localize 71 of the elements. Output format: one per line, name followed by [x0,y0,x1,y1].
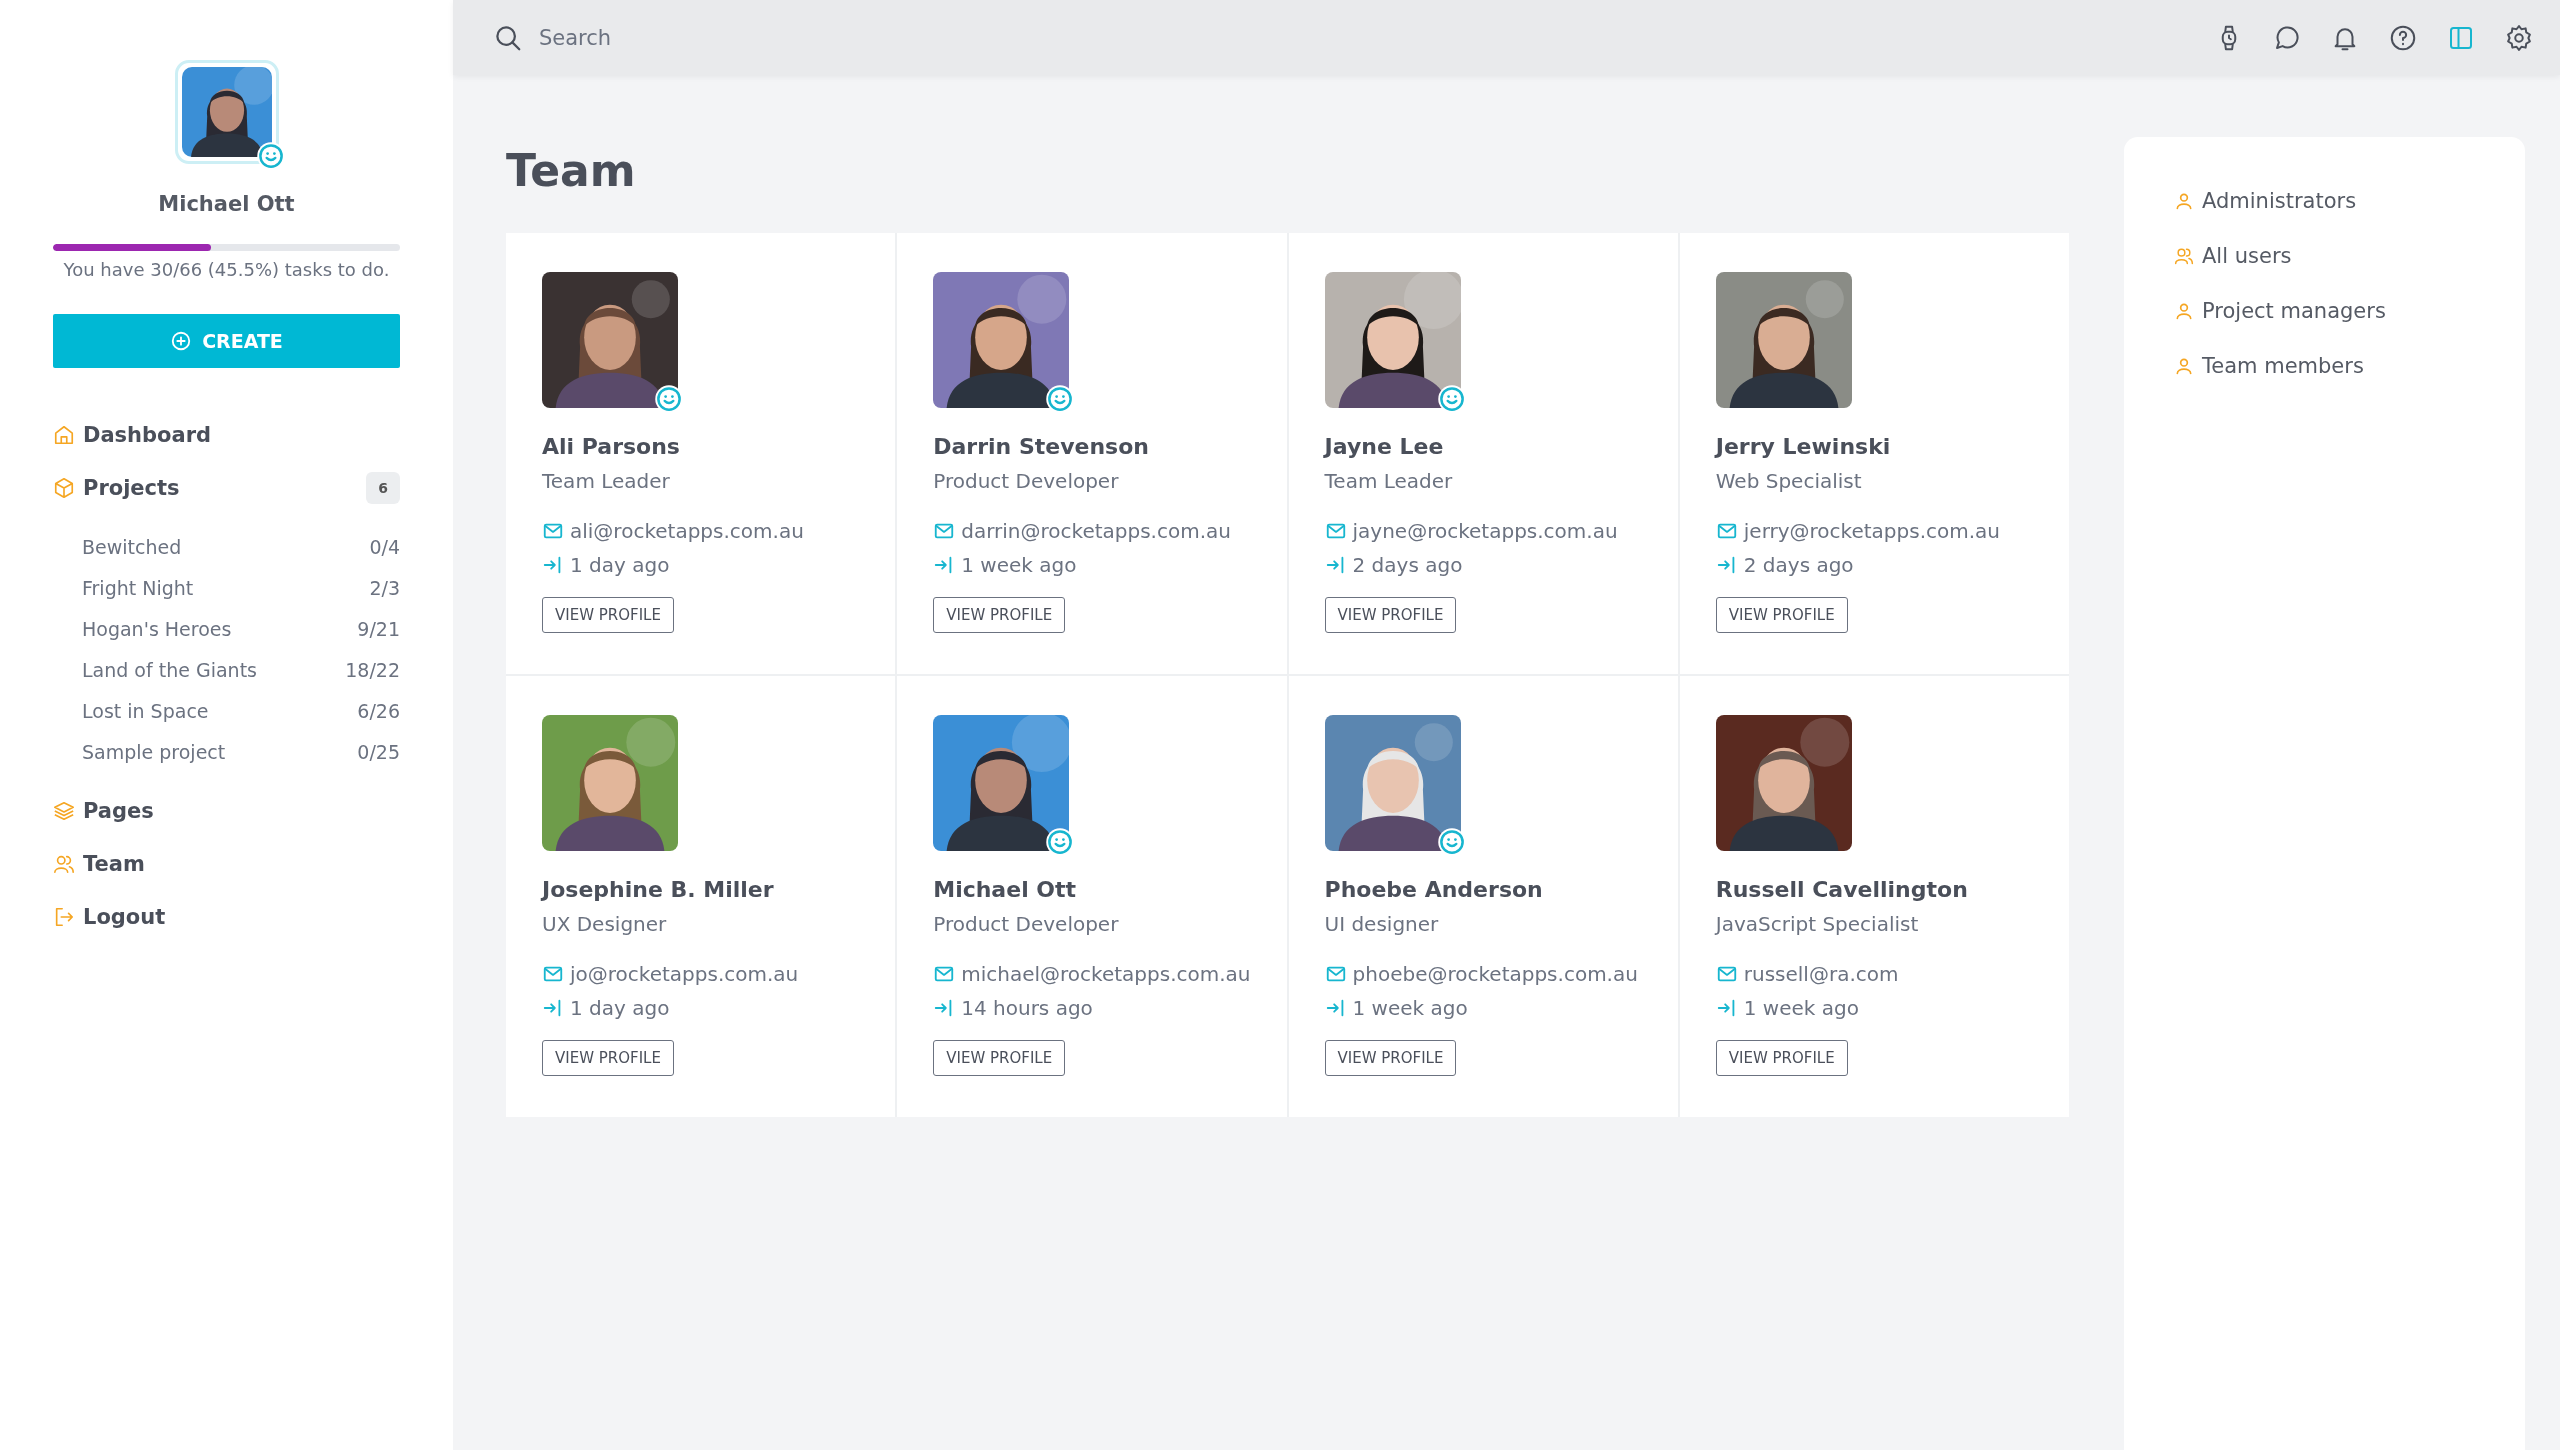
view-profile-button[interactable]: VIEW PROFILE [542,597,674,633]
last-seen: 1 day ago [570,553,670,577]
filter-link[interactable]: Project managers [2202,298,2386,323]
view-profile-button[interactable]: VIEW PROFILE [933,1040,1066,1076]
member-name: Russell Cavellington [1715,877,1968,902]
cube-icon [53,476,75,499]
member-email: jerry@rocketapps.com.au [1743,519,2000,543]
task-count: 9/21 [357,617,400,640]
view-profile-button[interactable]: VIEW PROFILE [933,597,1066,633]
member-role: Product Developer [933,912,1119,936]
project-link[interactable]: Land of the Giants [82,658,257,681]
member-name: Darrin Stevenson [933,434,1149,459]
member-email: ali@rocketapps.com.au [570,519,804,543]
last-seen: 14 hours ago [961,996,1093,1020]
task-count: 0/25 [357,740,400,763]
member-name: Michael Ott [933,877,1077,902]
filter-link[interactable]: Team members [2202,353,2364,378]
member-email: jayne@rocketapps.com.au [1352,519,1618,543]
member-email: russell@ra.com [1743,962,1899,986]
page-title: Team [506,145,637,198]
nav-link[interactable]: Dashboard [83,422,400,447]
task-count: 2/3 [369,576,400,599]
last-seen: 2 days ago [1352,553,1463,577]
member-role: JavaScript Specialist [1715,912,1919,936]
home-icon [53,423,75,446]
member-name: Jerry Lewinski [1715,434,1891,459]
nav-link[interactable]: Team [83,851,400,876]
last-seen: 1 week ago [1352,996,1468,1020]
user-name: Michael Ott [158,192,295,216]
member-name: Josephine B. Miller [542,877,774,902]
nav-link[interactable]: Pages [83,798,400,823]
member-role: Team Leader [1324,469,1453,493]
view-profile-button[interactable]: VIEW PROFILE [1715,597,1848,633]
member-email: phoebe@rocketapps.com.au [1352,962,1638,986]
project-link[interactable]: Lost in Space [82,699,209,722]
member-role: Web Specialist [1715,469,1862,493]
nav-link[interactable]: Projects [83,475,359,500]
member-email: michael@rocketapps.com.au [961,962,1251,986]
settings-icon[interactable] [2504,22,2534,53]
member-role: Team Leader [542,469,670,493]
member-role: UX Designer [542,912,667,936]
task-count: 0/4 [369,535,400,558]
task-count: 6/26 [357,699,400,722]
project-link[interactable]: Fright Night [82,576,194,599]
last-seen: 1 week ago [1743,996,1859,1020]
project-link[interactable]: Sample project [82,740,226,763]
member-name: Ali Parsons [542,434,680,459]
last-seen: 2 days ago [1743,553,1854,577]
layers-icon [53,799,75,822]
logout-icon [53,905,75,928]
member-name: Jayne Lee [1324,434,1444,459]
plus-circle-icon [170,330,193,352]
member-name: Phoebe Anderson [1324,877,1543,902]
filter-link[interactable]: Administrators [2202,188,2357,213]
project-link[interactable]: Bewitched [82,535,182,558]
task-count: 18/22 [345,658,400,681]
view-profile-button[interactable]: VIEW PROFILE [1324,1040,1457,1076]
last-seen: 1 day ago [570,996,670,1020]
view-profile-button[interactable]: VIEW PROFILE [1324,597,1457,633]
view-profile-button[interactable]: VIEW PROFILE [1715,1040,1848,1076]
nav-link[interactable]: Logout [83,904,400,929]
progress-text: You have 30/66 (45.5%) tasks to do. [62,259,391,280]
filter-link[interactable]: All users [2202,243,2292,268]
project-link[interactable]: Hogan's Heroes [82,617,232,640]
member-role: UI designer [1324,912,1439,936]
member-role: Product Developer [933,469,1119,493]
count-badge: 6 [366,471,400,504]
last-seen: 1 week ago [961,553,1077,577]
member-email: darrin@rocketapps.com.au [961,519,1231,543]
member-email: jo@rocketapps.com.au [570,962,799,986]
view-profile-button[interactable]: VIEW PROFILE [542,1040,674,1076]
